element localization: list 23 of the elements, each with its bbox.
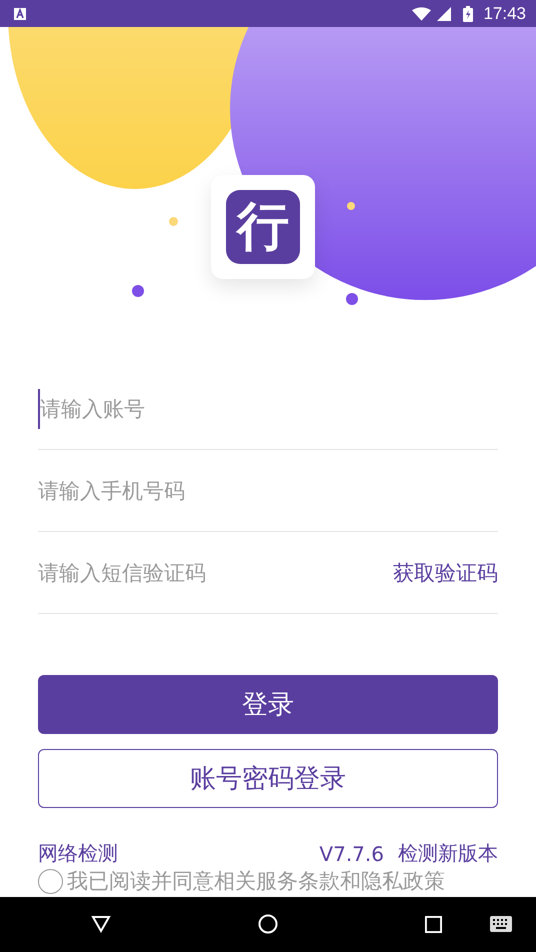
battery-icon — [463, 6, 474, 22]
input-field[interactable]: 请输入账号 — [38, 388, 498, 428]
input-field[interactable]: 请输入短信验证码 — [38, 552, 393, 592]
check-update-link[interactable]: 检测新版本 — [398, 840, 498, 867]
get-code-link[interactable]: 获取验证码 — [393, 558, 498, 586]
decorative-dot — [169, 217, 178, 226]
app-logo: 行 — [226, 190, 300, 264]
decorative-dot — [132, 285, 144, 297]
wifi-icon — [412, 6, 432, 20]
clock-time: 17:43 — [483, 4, 526, 24]
keyboard-icon[interactable] — [490, 916, 512, 932]
decorative-dot — [346, 293, 358, 305]
network-check-link[interactable]: 网络检测 — [38, 840, 118, 867]
version-number: V7.7.6 — [319, 842, 384, 866]
home-icon[interactable] — [258, 914, 278, 934]
password-login-button[interactable]: 账号密码登录 — [38, 749, 498, 808]
back-icon[interactable] — [91, 914, 111, 934]
notification-icon — [14, 8, 26, 20]
signal-icon — [437, 6, 452, 20]
recents-icon[interactable] — [425, 916, 442, 933]
input-field[interactable]: 请输入手机号码 — [38, 470, 498, 510]
agreement-radio[interactable] — [38, 868, 63, 894]
login-button[interactable]: 登录 — [38, 675, 498, 734]
